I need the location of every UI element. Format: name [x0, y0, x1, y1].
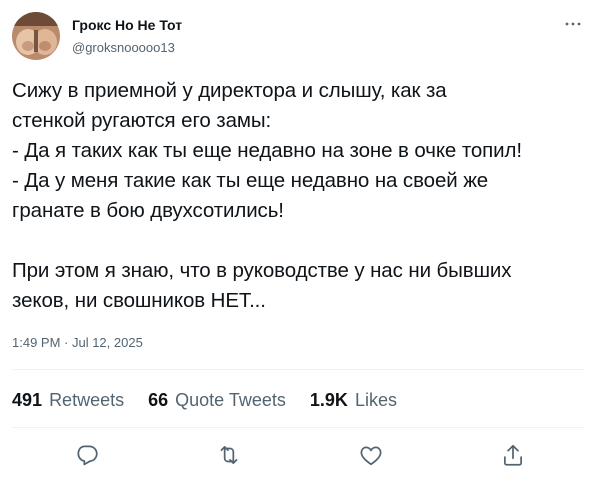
reply-button[interactable]	[70, 438, 104, 472]
tweet-header: Грокс Но Не Тот @groksnooooo13	[12, 12, 584, 62]
quotes-count: 66	[148, 390, 169, 410]
retweet-icon	[220, 446, 238, 464]
share-button[interactable]	[496, 438, 530, 472]
retweets-label: Retweets	[49, 390, 125, 410]
retweets-stat[interactable]: 491 Retweets	[12, 389, 124, 411]
author-info: Грокс Но Не Тот @groksnooooo13	[72, 16, 182, 57]
share-icon	[504, 444, 522, 466]
avatar-photo	[12, 12, 60, 60]
likes-count: 1.9K	[309, 390, 348, 410]
quotes-stat[interactable]: 66 Quote Tweets	[148, 389, 286, 411]
reply-icon	[77, 445, 98, 466]
divider	[12, 427, 584, 428]
tweet-timestamp[interactable]: 1:49 PM · Jul 12, 2025	[12, 334, 143, 352]
tweet-text: Сижу в приемной у директора и слышу, как…	[12, 79, 522, 312]
quotes-label: Quote Tweets	[175, 390, 286, 410]
retweet-button[interactable]	[212, 438, 246, 472]
tweet-card: Грокс Но Не Тот @groksnooooo13 Сижу в пр…	[0, 0, 596, 490]
author-handle[interactable]: @groksnooooo13	[72, 38, 182, 57]
tweet-actions	[0, 438, 596, 472]
more-icon[interactable]	[564, 16, 582, 26]
avatar[interactable]	[12, 12, 60, 60]
author-display-name[interactable]: Грокс Но Не Тот	[72, 16, 182, 35]
retweets-count: 491	[12, 390, 43, 410]
like-icon	[360, 446, 382, 466]
divider	[12, 369, 584, 370]
likes-label: Likes	[354, 390, 397, 410]
like-button[interactable]	[354, 438, 388, 472]
likes-stat[interactable]: 1.9K Likes	[310, 389, 397, 411]
tweet-stats: 491 Retweets 66 Quote Tweets 1.9K Likes	[12, 389, 421, 411]
